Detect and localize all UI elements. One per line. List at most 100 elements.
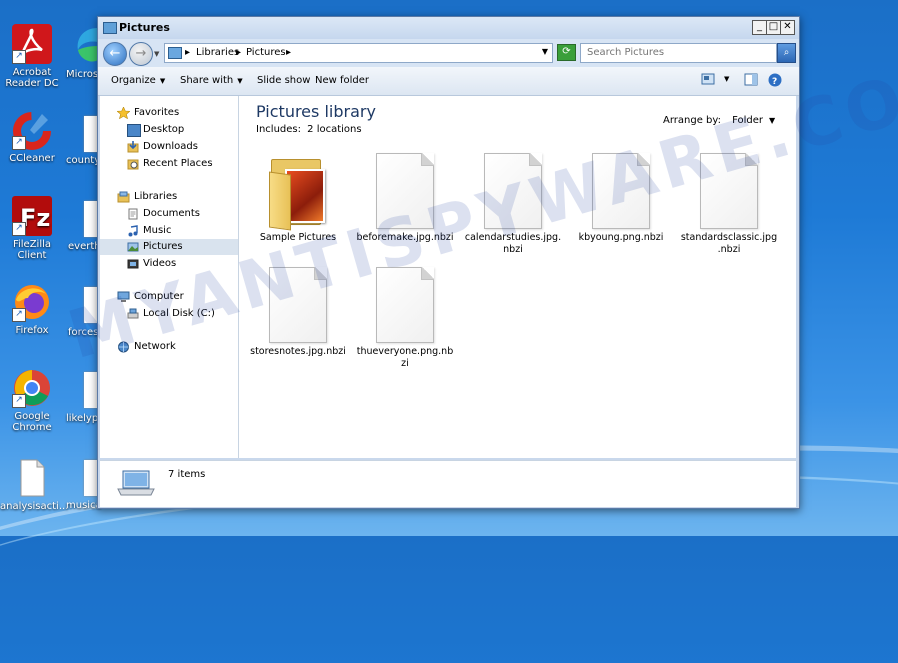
refresh-icon[interactable]: ⟳ bbox=[557, 44, 576, 61]
back-button[interactable]: ← bbox=[103, 42, 127, 66]
nav-item-videos[interactable]: Videos bbox=[100, 256, 238, 272]
file-name: thueveryone.png.nbzi bbox=[356, 346, 454, 369]
breadcrumb-pictures[interactable]: Pictures bbox=[246, 47, 286, 58]
address-bar[interactable]: ▸ Libraries ▸ Pictures ▸ ▼ bbox=[164, 43, 553, 63]
edge-icon[interactable] bbox=[74, 24, 98, 64]
command-bar: Organize ▼ Share with ▼ Slide show New fol… bbox=[98, 67, 799, 96]
chrome-icon: ↗ bbox=[12, 368, 52, 408]
breadcrumb-libraries[interactable]: Libraries bbox=[196, 47, 239, 58]
desktop-icon-ccleaner[interactable]: ↗ CCleaner bbox=[0, 110, 64, 164]
filezilla-icon: Fz ↗ bbox=[12, 196, 52, 236]
desktop-icon-filezilla[interactable]: Fz ↗ FileZilla Client bbox=[0, 196, 64, 261]
nav-item-network[interactable]: Network bbox=[100, 339, 238, 355]
nav-item-label: Recent Places bbox=[143, 158, 213, 169]
search-input[interactable] bbox=[585, 46, 749, 59]
file-icon bbox=[376, 267, 434, 343]
document-icon[interactable] bbox=[84, 460, 98, 496]
file-item[interactable]: thueveryone.png.nbzi bbox=[356, 267, 454, 370]
file-name: kbyoung.png.nbzi bbox=[578, 232, 664, 243]
share-with-button[interactable]: Share with ▼ bbox=[180, 75, 243, 86]
desktop-icon-chrome[interactable]: ↗ Google Chrome bbox=[0, 368, 64, 433]
slide-show-button[interactable]: Slide show bbox=[257, 75, 310, 86]
desktop-icon-label: FileZilla Client bbox=[12, 239, 52, 261]
new-folder-button[interactable]: New folder bbox=[315, 75, 369, 86]
chevron-down-icon: ▼ bbox=[769, 116, 776, 125]
file-item[interactable]: standardsclassic.jpg.nbzi bbox=[680, 153, 778, 256]
search-box[interactable] bbox=[580, 43, 777, 63]
desktop-icon-acrobat[interactable]: ↗ Acrobat Reader DC bbox=[0, 24, 64, 89]
arrange-dropdown[interactable]: Folder ▼ bbox=[732, 115, 775, 126]
address-dropdown-icon[interactable]: ▼ bbox=[542, 47, 548, 56]
search-icon[interactable]: ⌕ bbox=[777, 43, 796, 63]
details-pane: 7 items bbox=[100, 460, 796, 507]
document-icon[interactable] bbox=[84, 287, 98, 323]
documents-icon bbox=[127, 208, 139, 220]
arrange-value: Folder bbox=[732, 115, 764, 126]
maximize-button[interactable]: □ bbox=[766, 20, 781, 35]
file-item[interactable]: storesnotes.jpg.nbzi bbox=[249, 267, 347, 358]
nav-item-favorites[interactable]: Favorites bbox=[100, 105, 238, 121]
help-icon[interactable]: ? bbox=[768, 73, 782, 90]
content-pane: Pictures library Includes: 2 locations A… bbox=[239, 96, 796, 458]
file-name: Sample Pictures bbox=[259, 232, 337, 243]
close-button[interactable]: ✕ bbox=[780, 20, 795, 35]
desktop-icon-label: Acrobat Reader DC bbox=[5, 67, 59, 89]
nav-item-desktop[interactable]: Desktop bbox=[100, 122, 238, 138]
nav-item-label: Desktop bbox=[143, 124, 185, 135]
page-title: Pictures library bbox=[256, 102, 376, 121]
view-options-dropdown-icon[interactable]: ▼ bbox=[724, 75, 729, 83]
file-item[interactable]: calendarstudies.jpg.nbzi bbox=[464, 153, 562, 256]
navigation-pane: Favorites Desktop Downloads Recent Place… bbox=[100, 96, 239, 458]
nav-item-label: Local Disk (C:) bbox=[143, 308, 215, 319]
explorer-window: Pictures _ □ ✕ ← → ▼ ▸ Libraries ▸ Pictu… bbox=[97, 16, 800, 509]
desktop-icon-label: analysisacti... bbox=[0, 501, 69, 512]
file-name: storesnotes.jpg.nbzi bbox=[250, 346, 346, 357]
chevron-down-icon: ▼ bbox=[237, 77, 243, 85]
file-item[interactable]: beforemake.jpg.nbzi bbox=[356, 153, 454, 244]
file-icon bbox=[592, 153, 650, 229]
document-icon[interactable] bbox=[84, 201, 98, 237]
nav-item-pictures[interactable]: Pictures bbox=[100, 239, 238, 255]
forward-button[interactable]: → bbox=[129, 42, 153, 66]
nav-item-downloads[interactable]: Downloads bbox=[100, 139, 238, 155]
document-icon[interactable] bbox=[84, 116, 98, 152]
nav-item-music[interactable]: Music bbox=[100, 223, 238, 239]
desktop-icon-firefox[interactable]: ↗ Firefox bbox=[0, 282, 64, 336]
change-view-icon[interactable] bbox=[701, 73, 715, 88]
nav-item-local-disk[interactable]: Local Disk (C:) bbox=[100, 306, 238, 322]
preview-pane-icon[interactable] bbox=[744, 73, 758, 89]
locations-link[interactable]: 2 locations bbox=[307, 124, 361, 135]
acrobat-icon: ↗ bbox=[12, 24, 52, 64]
chevron-right-icon[interactable]: ▸ bbox=[185, 47, 190, 58]
document-icon[interactable] bbox=[84, 372, 98, 408]
title-bar[interactable]: Pictures _ □ ✕ bbox=[98, 17, 799, 39]
nav-item-label: Downloads bbox=[143, 141, 198, 152]
folder-icon bbox=[103, 22, 117, 34]
file-item[interactable]: kbyoung.png.nbzi bbox=[572, 153, 670, 244]
nav-item-label: Computer bbox=[134, 291, 184, 302]
nav-item-recent-places[interactable]: Recent Places bbox=[100, 156, 238, 172]
computer-icon bbox=[117, 291, 130, 302]
file-icon bbox=[484, 153, 542, 229]
nav-item-libraries[interactable]: Libraries bbox=[100, 189, 238, 205]
organize-button[interactable]: Organize ▼ bbox=[111, 75, 165, 86]
nav-item-documents[interactable]: Documents bbox=[100, 206, 238, 222]
nav-item-label: Music bbox=[143, 225, 172, 236]
minimize-button[interactable]: _ bbox=[752, 20, 767, 35]
file-icon bbox=[700, 153, 758, 229]
nav-item-label: Network bbox=[134, 341, 176, 352]
nav-item-label: Videos bbox=[143, 258, 177, 269]
ccleaner-icon: ↗ bbox=[12, 110, 52, 150]
file-name: standardsclassic.jpg.nbzi bbox=[680, 232, 778, 255]
chevron-down-icon: ▼ bbox=[159, 77, 166, 85]
nav-item-label: Favorites bbox=[134, 107, 180, 118]
chevron-right-icon[interactable]: ▸ bbox=[236, 47, 241, 58]
downloads-icon bbox=[127, 141, 139, 153]
address-row: ← → ▼ ▸ Libraries ▸ Pictures ▸ ▼ ⟳ ⌕ bbox=[98, 39, 799, 67]
library-includes: Includes: 2 locations bbox=[256, 124, 362, 135]
desktop-icon-document[interactable]: analysisacti... bbox=[0, 458, 69, 512]
folder-item[interactable]: Sample Pictures bbox=[249, 153, 347, 244]
chevron-right-icon[interactable]: ▸ bbox=[286, 47, 291, 58]
recent-pages-dropdown-icon[interactable]: ▼ bbox=[154, 50, 159, 58]
nav-item-computer[interactable]: Computer bbox=[100, 289, 238, 305]
